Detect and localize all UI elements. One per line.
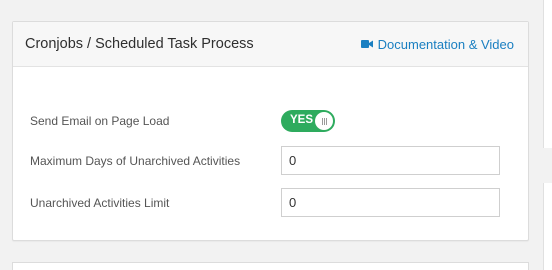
documentation-video-label: Documentation & Video <box>377 36 514 52</box>
send-email-row: Send Email on Page Load YES <box>30 110 528 132</box>
max-days-label: Maximum Days of Unarchived Activities <box>30 153 241 168</box>
adjacent-panel-edge <box>543 0 552 148</box>
cronjobs-panel: Cronjobs / Scheduled Task Process Docume… <box>12 21 529 241</box>
video-camera-icon <box>360 39 373 49</box>
next-panel-edge <box>12 262 529 270</box>
grip-icon <box>321 117 327 125</box>
activities-limit-row: Unarchived Activities Limit <box>30 188 528 217</box>
send-email-toggle[interactable]: YES <box>281 110 335 132</box>
panel-header: Cronjobs / Scheduled Task Process Docume… <box>13 22 528 67</box>
max-days-row: Maximum Days of Unarchived Activities <box>30 146 528 175</box>
toggle-knob <box>315 112 333 130</box>
documentation-video-link[interactable]: Documentation & Video <box>360 36 514 52</box>
panel-title: Cronjobs / Scheduled Task Process <box>25 36 254 52</box>
send-email-label: Send Email on Page Load <box>30 114 170 128</box>
max-days-input[interactable] <box>281 146 500 175</box>
activities-limit-label: Unarchived Activities Limit <box>30 195 170 210</box>
adjacent-panel-edge-lower <box>543 183 552 270</box>
activities-limit-input[interactable] <box>281 188 500 217</box>
toggle-state-text: YES <box>290 114 314 126</box>
